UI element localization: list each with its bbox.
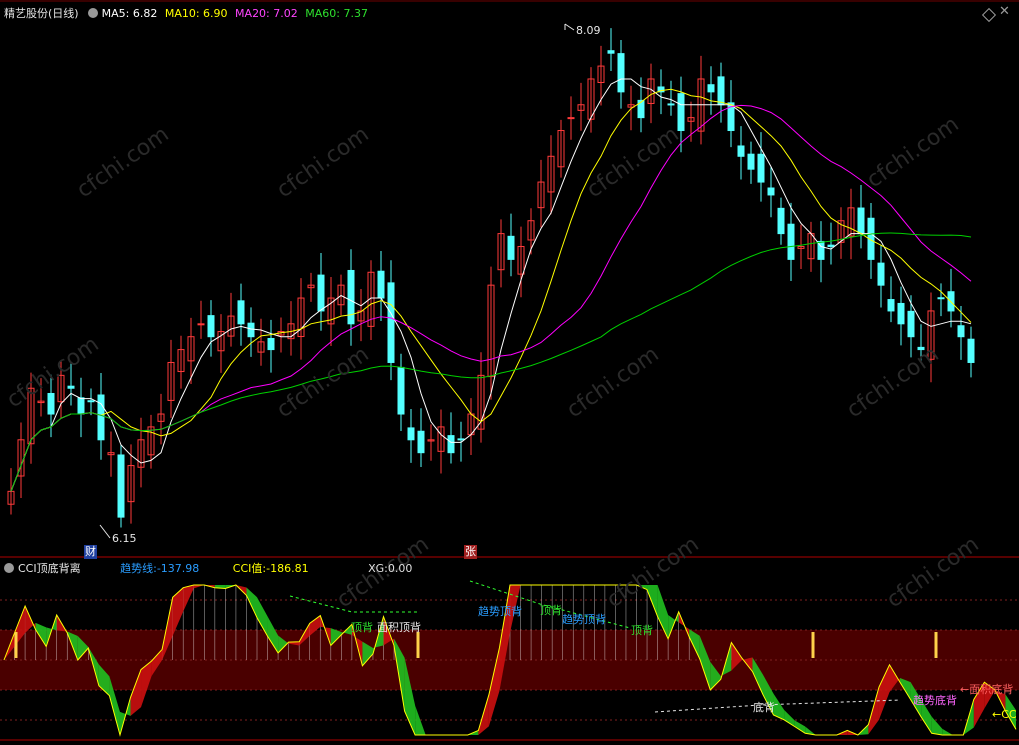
low-price-arrow <box>99 524 111 539</box>
candle-body <box>447 435 455 454</box>
candle-body <box>247 322 255 338</box>
period-label: (日线) <box>48 7 79 20</box>
candle-body <box>417 430 425 454</box>
cci-fill <box>784 709 795 727</box>
zhang-badge[interactable]: 张 <box>464 545 477 559</box>
candle-body <box>407 427 415 441</box>
cci-fill <box>415 705 426 735</box>
candle-body <box>607 50 615 54</box>
candle-body <box>677 93 685 132</box>
high-price-label: 8.09 <box>576 24 601 37</box>
candle-body <box>737 145 745 157</box>
annotation-area-top-divergence: 面积顶背 <box>377 621 421 634</box>
ma5-value: 6.82 <box>132 7 158 20</box>
candle-body <box>77 397 85 415</box>
indicator-name: CCI顶底背离 <box>18 562 81 575</box>
candle-body <box>707 84 715 93</box>
trend-label: 趋势线: <box>120 562 157 575</box>
candle-body <box>767 187 775 196</box>
candle-body <box>897 302 905 325</box>
candle-body <box>937 297 945 300</box>
candle-body <box>47 392 55 415</box>
cci-fill <box>931 716 943 735</box>
candle-body <box>827 244 835 247</box>
candle-body <box>567 117 575 120</box>
ma20-value: 7.02 <box>273 7 298 20</box>
cci-value: -186.81 <box>266 562 309 575</box>
cci-fill <box>172 587 184 636</box>
candle-body <box>97 394 105 441</box>
annotation-top-divergence: 顶背 <box>540 604 562 617</box>
annotation-cci: ←CC <box>992 708 1017 721</box>
candle-body <box>887 299 895 312</box>
candle-body <box>787 223 795 260</box>
candle-body <box>667 103 675 106</box>
xg-label: XG: <box>368 562 388 575</box>
candle-body <box>957 325 965 338</box>
candle-body <box>347 269 355 325</box>
ma60-label: MA60: <box>305 7 340 20</box>
ma60-value: 7.37 <box>343 7 368 20</box>
candle-body <box>457 438 465 441</box>
candle-body <box>397 366 405 415</box>
candle-body <box>617 53 625 93</box>
candle-body <box>507 235 515 260</box>
candle-body <box>967 338 975 363</box>
high-price-arrow <box>564 23 575 31</box>
cci-fill <box>942 728 953 735</box>
xg-value: 0.00 <box>387 562 413 575</box>
indicator-header: CCI顶底背离 趋势线:-137.98 CCI值:-186.81 XG:0.00 <box>4 561 412 577</box>
collapse-icon[interactable] <box>88 8 99 18</box>
cci-fill <box>794 720 806 734</box>
annotation-bottom-divergence: 底背 <box>753 701 775 714</box>
ma20-label: MA20: <box>235 7 270 20</box>
stock-name: 精艺股份 <box>4 7 48 20</box>
candle-body <box>387 282 395 363</box>
candle-body <box>237 300 245 325</box>
annotation-trend-top-divergence: 趋势顶背 <box>562 613 606 626</box>
candle-body <box>67 385 75 389</box>
annotation-trend-bottom-divergence: 趋势底背 <box>913 694 957 707</box>
trend-value: -137.98 <box>156 562 200 575</box>
cci-label: CCI值: <box>232 562 267 575</box>
candle-body <box>717 76 725 106</box>
candle-body <box>117 454 125 518</box>
ma10-label: MA10: <box>164 7 200 20</box>
candle-body <box>197 323 205 326</box>
candle-body <box>377 270 385 299</box>
candle-body <box>207 315 215 338</box>
annotation-top-divergence: 顶背 <box>351 621 373 634</box>
annotation-area-bottom-divergence: ←面积底背 <box>960 683 1014 696</box>
candle-body <box>87 400 95 403</box>
cci-fill <box>246 587 257 618</box>
cci-fill <box>183 585 194 612</box>
ma10-value: 6.90 <box>203 7 228 20</box>
ma5-label: MA5: <box>101 7 130 20</box>
cai-badge[interactable]: 财 <box>84 545 97 559</box>
candle-body <box>267 338 275 351</box>
candle-body <box>777 207 785 235</box>
candle-body <box>747 153 755 170</box>
main-header: 精艺股份(日线) MA5: 6.82 MA10: 6.90 MA20: 7.02… <box>4 6 368 22</box>
chart-canvas <box>0 0 1019 741</box>
candle-body <box>757 153 765 183</box>
candle-body <box>317 274 325 312</box>
candle-body <box>857 207 865 235</box>
candle-body <box>907 310 915 338</box>
annotation-trend-top-divergence: 趋势顶背 <box>478 605 522 618</box>
low-price-label: 6.15 <box>112 532 137 545</box>
annotation-top-divergence: 顶背 <box>631 624 653 637</box>
indicator-collapse-icon[interactable] <box>4 563 14 573</box>
close-icon[interactable]: ✕ <box>999 4 1010 20</box>
candle-body <box>877 262 885 286</box>
